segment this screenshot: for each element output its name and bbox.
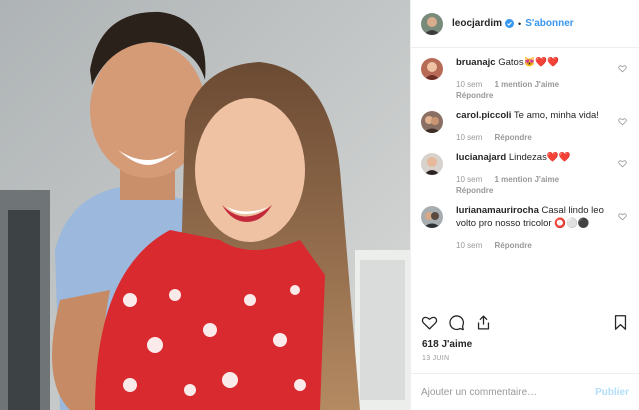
comment-like-heart-icon[interactable] (618, 64, 627, 73)
post-header: leocjardim • S'abonner (411, 0, 639, 48)
comment-body: carol.piccoli Te amo, minha vida! 10 sem… (456, 109, 616, 143)
post-photo (0, 0, 410, 410)
comment-time[interactable]: 10 sem (456, 80, 482, 89)
likes-count[interactable]: 618 J'aime (422, 339, 472, 350)
post-actions-bar (421, 312, 629, 332)
comment-meta: 10 sem Répondre (456, 132, 616, 143)
comment-icon[interactable] (448, 314, 465, 331)
author-avatar[interactable] (421, 12, 443, 35)
comment-item: carol.piccoli Te amo, minha vida! 10 sem… (421, 109, 629, 143)
author-username[interactable]: leocjardim (452, 18, 502, 29)
comment-text-line: lurianamaurirocha Casal lindo leo volto … (456, 204, 616, 230)
reply-button[interactable]: Répondre (494, 133, 531, 142)
comment-username[interactable]: bruanajc (456, 57, 496, 68)
reply-button[interactable]: Répondre (456, 90, 616, 101)
comment-username[interactable]: carol.piccoli (456, 110, 511, 121)
comment-text: Lindezas❤️❤️ (508, 152, 571, 163)
comment-like-heart-icon[interactable] (618, 212, 627, 221)
comment-like-heart-icon[interactable] (618, 117, 627, 126)
comment-meta: 10 sem Répondre (456, 240, 616, 251)
comment-text-line: carol.piccoli Te amo, minha vida! (456, 109, 616, 122)
follow-button[interactable]: S'abonner (525, 18, 574, 29)
share-icon[interactable] (475, 314, 492, 331)
reply-button[interactable]: Répondre (494, 241, 531, 250)
comment-meta: 10 sem 1 mention J'aime (456, 174, 616, 185)
comment-text: Gatos😻❤️❤️ (498, 57, 560, 68)
verified-badge-icon (505, 19, 515, 28)
header-separator: • (518, 18, 522, 29)
post-side-panel: leocjardim • S'abonner bruanajc Gatos😻❤️… (410, 0, 639, 410)
comment-time[interactable]: 10 sem (456, 133, 482, 142)
comment-username[interactable]: lucianajard (456, 152, 506, 163)
bookmark-icon[interactable] (612, 314, 629, 331)
comment-body: bruanajc Gatos😻❤️❤️ 10 sem 1 mention J'a… (456, 56, 616, 101)
comment-likes[interactable]: 1 mention J'aime (494, 175, 559, 184)
comment-meta: 10 sem 1 mention J'aime (456, 79, 616, 90)
publish-button[interactable]: Publier (595, 387, 629, 398)
comment-input[interactable] (421, 386, 596, 398)
comment-item: lurianamaurirocha Casal lindo leo volto … (421, 204, 629, 251)
comment-item: bruanajc Gatos😻❤️❤️ 10 sem 1 mention J'a… (421, 56, 629, 101)
heart-icon[interactable] (421, 314, 438, 331)
comment-body: lucianajard Lindezas❤️❤️ 10 sem 1 mentio… (456, 151, 616, 196)
comment-username[interactable]: lurianamaurirocha (456, 205, 539, 216)
commenter-avatar[interactable] (421, 153, 443, 175)
comment-body: lurianamaurirocha Casal lindo leo volto … (456, 204, 616, 251)
commenter-avatar[interactable] (421, 111, 443, 133)
comment-text-line: bruanajc Gatos😻❤️❤️ (456, 56, 616, 69)
comment-text: Te amo, minha vida! (513, 110, 599, 121)
comment-time[interactable]: 10 sem (456, 241, 482, 250)
reply-button[interactable]: Répondre (456, 185, 616, 196)
comment-time[interactable]: 10 sem (456, 175, 482, 184)
comments-list: bruanajc Gatos😻❤️❤️ 10 sem 1 mention J'a… (411, 48, 639, 306)
commenter-avatar[interactable] (421, 58, 443, 80)
commenter-avatar[interactable] (421, 206, 443, 228)
add-comment-bar: Publier (411, 373, 639, 410)
comment-like-heart-icon[interactable] (618, 159, 627, 168)
comment-likes[interactable]: 1 mention J'aime (494, 80, 559, 89)
comment-text-line: lucianajard Lindezas❤️❤️ (456, 151, 616, 164)
post-date: 13 JUIN (422, 355, 450, 362)
comment-item: lucianajard Lindezas❤️❤️ 10 sem 1 mentio… (421, 151, 629, 196)
